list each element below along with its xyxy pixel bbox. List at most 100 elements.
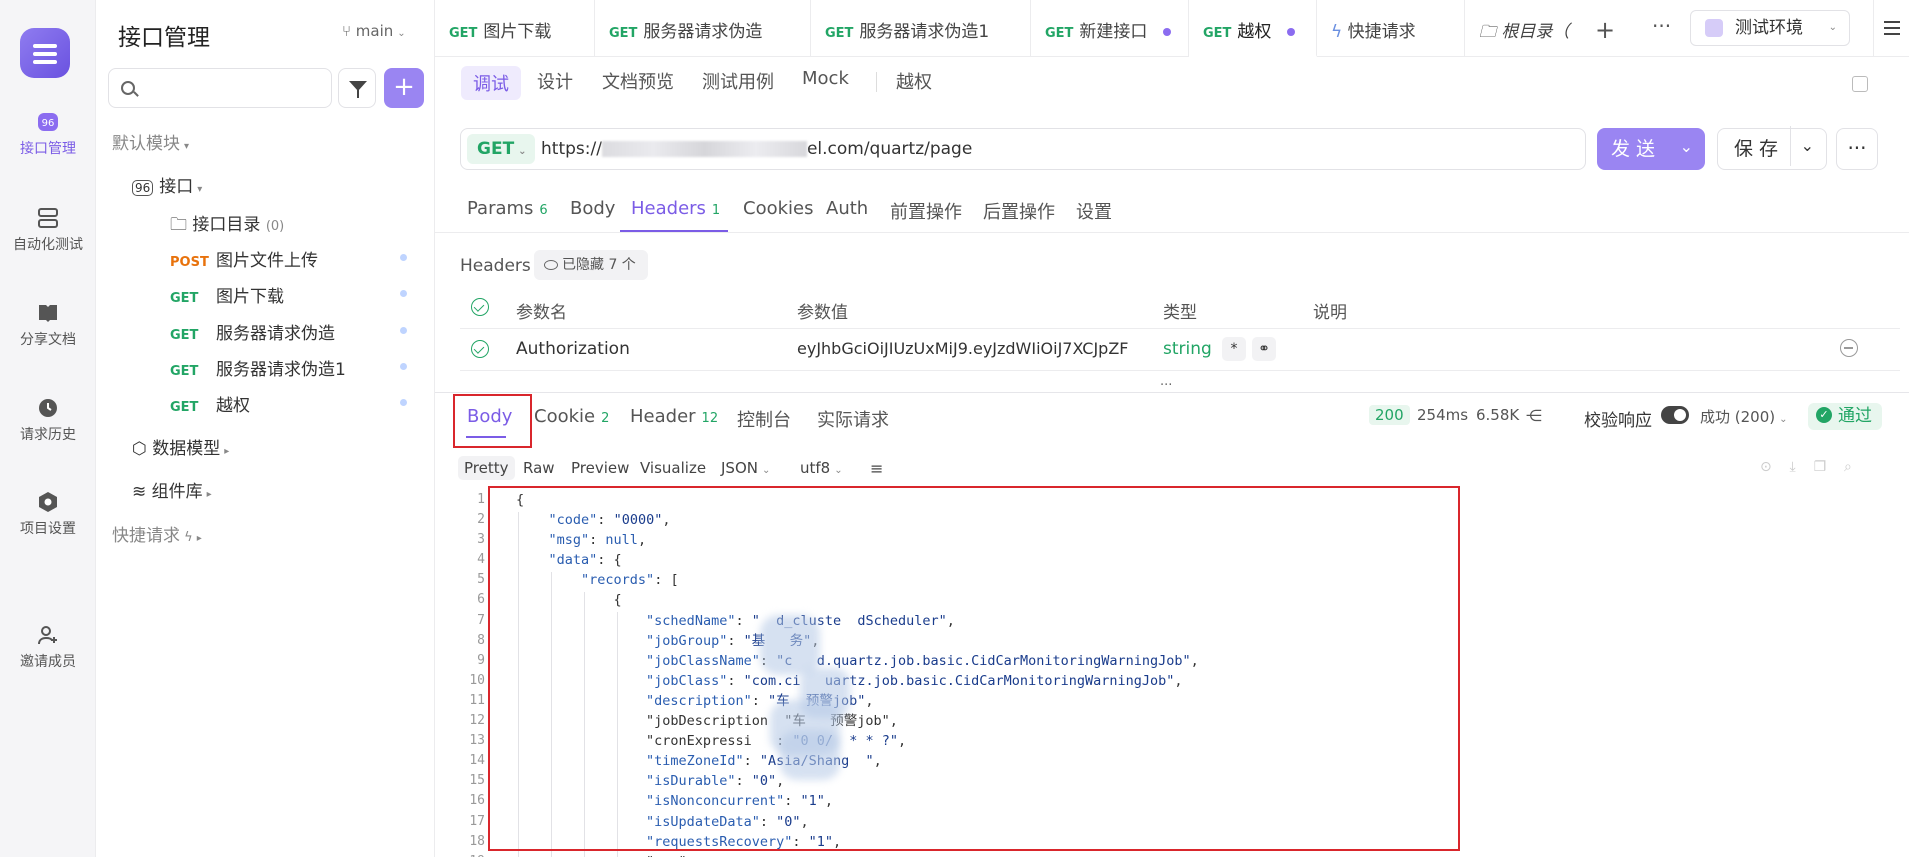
branch-selector[interactable]: ⑂ main ⌄	[342, 22, 406, 40]
more-options-button[interactable]: ···	[1836, 128, 1878, 170]
header-value-cell[interactable]: eyJhbGciOiJIUzUxMiJ9.eyJzdWIiOiJ7XCJpZF	[797, 339, 1128, 358]
resize-divider[interactable]	[435, 392, 1909, 393]
drag-handle-icon[interactable]: ···	[1160, 378, 1172, 393]
validate-toggle[interactable]	[1661, 406, 1689, 424]
format-selector[interactable]: JSON ⌄	[715, 456, 776, 480]
header-type-cell[interactable]: string	[1163, 339, 1212, 359]
download-icon[interactable]: ⤓	[1790, 459, 1796, 475]
tree-endpoint[interactable]: GET 图片下载	[170, 282, 284, 307]
tree-components[interactable]: ≋ 组件库 ▸	[132, 477, 212, 502]
status-selector[interactable]: 成功 (200) ⌄	[1700, 406, 1788, 427]
tab-ssrf-1[interactable]: GET 服务器请求伪造1	[811, 0, 1031, 57]
req-tab-params[interactable]: Params 6	[467, 198, 548, 219]
panel-toggle-icon[interactable]	[1852, 76, 1868, 92]
share-icon[interactable]: ⋲	[1526, 406, 1542, 425]
nav-invite-members[interactable]: 邀请成员	[0, 625, 96, 671]
nav-share-docs[interactable]: 分享文档	[0, 303, 96, 349]
tab-privilege-escalation[interactable]: GET 越权	[1189, 0, 1317, 57]
add-button[interactable]: +	[384, 68, 424, 108]
filter-button[interactable]	[338, 68, 376, 108]
save-button[interactable]: 保 存 ⌄	[1717, 126, 1827, 170]
status-code-badge: 200	[1369, 405, 1410, 425]
subtab-mock[interactable]: Mock	[802, 68, 849, 89]
subtab-design[interactable]: 设计	[537, 68, 573, 94]
scroll-top-icon[interactable]: ⊙	[1760, 459, 1772, 475]
row-checkbox[interactable]	[471, 340, 489, 358]
url-input[interactable]: https://el.com/quartz/page	[541, 139, 972, 159]
app-logo[interactable]	[20, 28, 70, 78]
view-pretty[interactable]: Pretty	[458, 456, 515, 480]
tree-endpoint[interactable]: GET 服务器请求伪造1	[170, 355, 346, 380]
menu-button[interactable]	[1873, 0, 1909, 57]
tab-image-download[interactable]: GET 图片下载	[435, 0, 595, 57]
nav-automation[interactable]: 自动化测试	[0, 208, 96, 254]
tab-new-api[interactable]: GET 新建接口	[1031, 0, 1189, 57]
tree-default-module[interactable]: 默认模块 ▾	[112, 129, 189, 154]
environment-selector[interactable]: 测试环境 ⌄	[1690, 10, 1850, 46]
tree-api-root[interactable]: 96 接口 ▾	[132, 172, 202, 197]
resp-tab-header[interactable]: Header 12	[630, 406, 718, 427]
nav-project-settings[interactable]: 项目设置	[0, 492, 96, 538]
select-all-checkbox[interactable]	[471, 298, 489, 316]
tab-ssrf[interactable]: GET 服务器请求伪造	[595, 0, 811, 57]
line-number: 18	[469, 833, 485, 849]
req-tab-settings[interactable]: 设置	[1076, 198, 1112, 224]
tree-endpoint-active[interactable]: GET 越权	[170, 391, 250, 416]
encoding-selector[interactable]: utf8 ⌄	[794, 456, 849, 480]
method-selector[interactable]: GET ⌄	[467, 134, 535, 164]
chevron-down-icon: ⌄	[397, 28, 406, 39]
subtab-privilege[interactable]: 越权	[896, 68, 932, 94]
response-time: 254ms	[1417, 406, 1469, 424]
line-number: 17	[469, 813, 485, 829]
book-icon	[39, 305, 57, 322]
nav-request-history[interactable]: 请求历史	[0, 398, 96, 444]
tab-quick-request[interactable]: ϟ 快捷请求	[1317, 0, 1465, 57]
req-tab-cookies[interactable]: Cookies	[743, 198, 813, 219]
req-tab-auth[interactable]: Auth	[826, 198, 868, 219]
copy-icon[interactable]: ❐	[1814, 459, 1827, 475]
tree-quick-requests[interactable]: 快捷请求 ϟ ▸	[112, 521, 202, 546]
remove-row-icon[interactable]	[1840, 339, 1858, 357]
search-icon[interactable]: ⌕	[1844, 459, 1852, 475]
tab-root-dir[interactable]: 🗀 根目录（	[1465, 0, 1573, 57]
send-button[interactable]: 发 送 ⌄	[1597, 128, 1705, 170]
subtab-doc-preview[interactable]: 文档预览	[602, 68, 674, 94]
chevron-down-icon: ⌄	[1828, 22, 1837, 33]
more-tabs-button[interactable]: ···	[1652, 14, 1671, 38]
hidden-headers-badge[interactable]: 已隐藏 7 个	[534, 250, 648, 280]
subtab-test-cases[interactable]: 测试用例	[702, 68, 774, 94]
tree-endpoint[interactable]: GET 服务器请求伪造	[170, 319, 335, 344]
nav-api-management[interactable]: 96 接口管理	[0, 112, 96, 158]
req-tab-body[interactable]: Body	[570, 198, 615, 219]
col-param-value: 参数值	[797, 303, 848, 323]
view-visualize[interactable]: Visualize	[634, 456, 712, 480]
subtab-debug[interactable]: 调试	[461, 66, 521, 100]
resp-tab-actual-request[interactable]: 实际请求	[817, 406, 889, 432]
req-tab-pre-ops[interactable]: 前置操作	[890, 198, 962, 224]
view-raw[interactable]: Raw	[517, 456, 561, 480]
sidebar-title: 接口管理	[118, 25, 210, 51]
folder-icon: 🗀	[170, 215, 193, 235]
link-icon[interactable]: ⚭	[1252, 337, 1276, 361]
search-input[interactable]	[109, 69, 331, 107]
wrap-lines-icon[interactable]: ≡	[864, 456, 889, 481]
view-preview[interactable]: Preview	[565, 456, 635, 480]
tree-endpoint[interactable]: POST 图片文件上传	[170, 246, 318, 271]
header-name-cell[interactable]: Authorization	[516, 339, 630, 359]
endpoint-dot	[400, 290, 407, 297]
req-tab-post-ops[interactable]: 后置操作	[983, 198, 1055, 224]
required-toggle[interactable]: *	[1222, 337, 1246, 361]
tree-data-models[interactable]: ⬡ 数据模型 ▸	[132, 434, 229, 459]
add-tab-button[interactable]: +	[1595, 16, 1615, 44]
add-user-icon	[38, 626, 57, 645]
req-tab-headers[interactable]: Headers 1	[631, 198, 720, 219]
resp-tab-cookie[interactable]: Cookie 2	[534, 406, 609, 427]
api-icon: 96	[38, 113, 58, 131]
endpoint-dot	[400, 399, 407, 406]
highlight-box-body-tab	[453, 394, 532, 448]
tree-folder[interactable]: 🗀 接口目录 (0)	[170, 210, 284, 241]
search-box	[108, 68, 332, 108]
resp-tab-console[interactable]: 控制台	[737, 406, 791, 432]
validate-label: 校验响应	[1584, 411, 1652, 431]
caret-down-icon: ▾	[197, 184, 203, 195]
